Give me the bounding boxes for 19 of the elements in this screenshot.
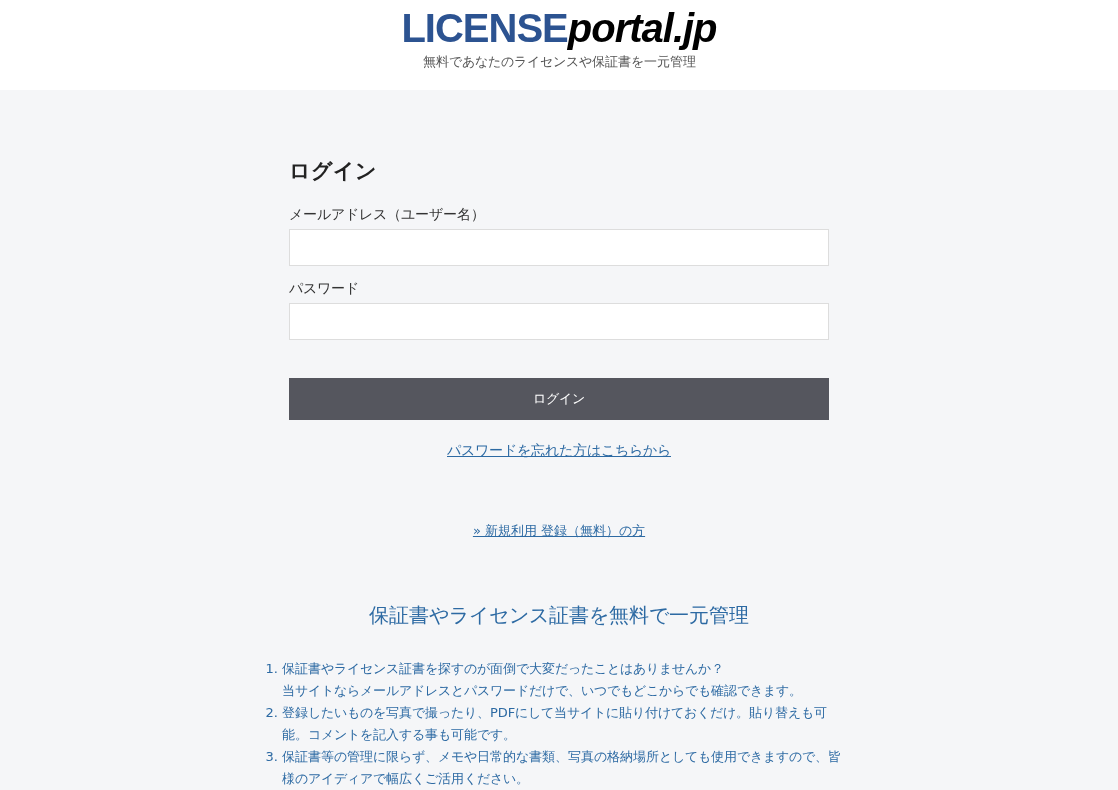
field-label: メールアドレス（ユーザー名） [289, 204, 486, 224]
field-label: パスワード [289, 278, 360, 298]
logo-text: portal.jp [567, 8, 717, 48]
input-field[interactable] [289, 302, 829, 340]
forgot-password-link[interactable]: パスワードを忘れた方はこちらから [447, 439, 671, 461]
features-heading: 保証書やライセンス証書を無料で一元管理 [369, 602, 749, 629]
list-number: 3. [264, 748, 279, 766]
input-field[interactable] [289, 228, 829, 266]
login-title: ログイン [289, 158, 378, 185]
list-item-text: 保証書等の管理に限らず、メモや日常的な書類、写真の格納場所としても使用できますので、皆様のアイディアで幅広くご活用ください。 [282, 748, 842, 788]
tagline: 無料であなたのライセンスや保証書を一元管理 [422, 53, 696, 71]
register-link[interactable]: » 新規利用 登録（無料）の方 [472, 520, 646, 540]
list-item-text: 当サイトならメールアドレスとパスワードだけで、いつでもどこからでも確認できます。 [282, 682, 802, 700]
login-button[interactable]: ログイン [289, 377, 829, 420]
list-number: 2. [264, 704, 279, 722]
list-item-text: 保証書やライセンス証書を探すのが面倒で大変だったことはありませんか？ [282, 660, 725, 678]
logo-text: LICENSE [401, 8, 568, 48]
list-item-text: 登録したいものを写真で撮ったり、PDFにして当サイトに貼り付けておくだけ。貼り替えも可能。コメントを記入する事も可能です。 [282, 704, 829, 744]
list-number: 1. [264, 660, 279, 678]
